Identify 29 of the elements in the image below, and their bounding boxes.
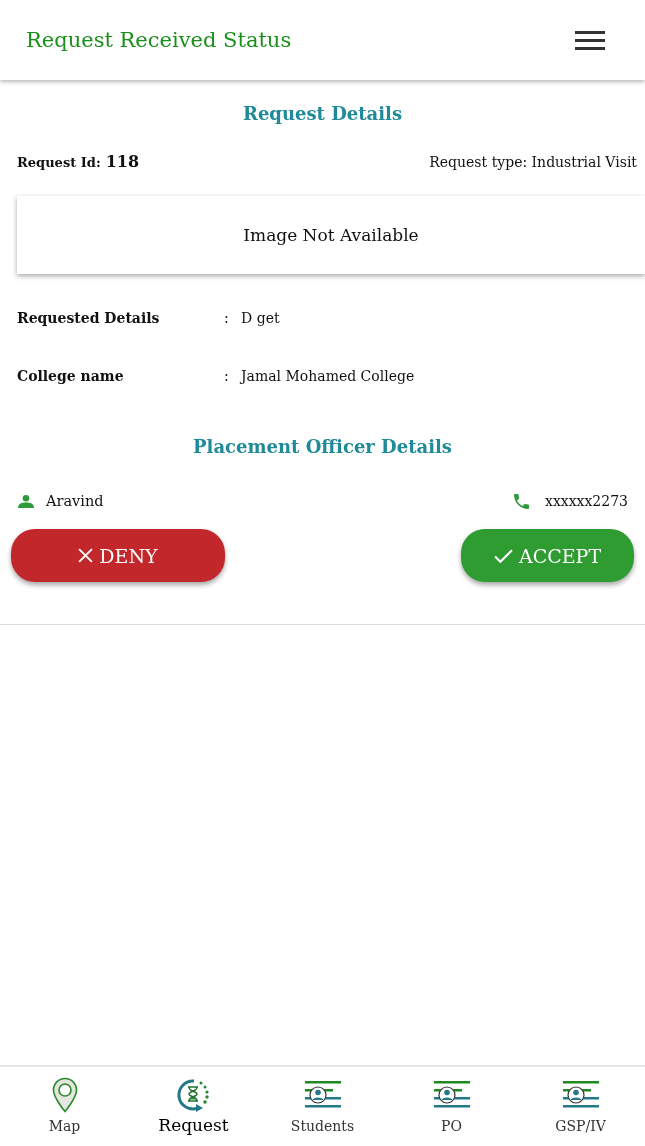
map-pin-icon bbox=[51, 1077, 78, 1113]
menu-icon[interactable] bbox=[575, 30, 605, 50]
phone-icon bbox=[514, 493, 529, 509]
section-heading: Placement Officer Details bbox=[193, 436, 452, 457]
field-label: College name bbox=[17, 368, 125, 384]
close-icon bbox=[78, 548, 94, 563]
check-icon bbox=[493, 548, 513, 563]
image-unavailable-text: Image Not Available bbox=[243, 225, 419, 245]
nav-tab[interactable]: PO bbox=[396, 1067, 507, 1146]
nav-tab[interactable]: Students bbox=[267, 1067, 378, 1146]
accept-button[interactable]: ACCEPT bbox=[461, 529, 634, 582]
nav-tab[interactable]: Map bbox=[9, 1067, 120, 1146]
field-separator: : bbox=[224, 368, 230, 384]
request-id-label: Request Id: bbox=[17, 155, 101, 170]
hourglass-icon bbox=[175, 1077, 212, 1113]
section-heading: Request Details bbox=[242, 103, 403, 124]
person-icon bbox=[18, 494, 34, 508]
nav-tab[interactable]: Request bbox=[138, 1067, 249, 1146]
field-label: Requested Details bbox=[17, 310, 161, 326]
deny-button[interactable]: DENY bbox=[11, 529, 225, 582]
request-type-text: Request type: Industrial Visit bbox=[429, 154, 637, 170]
phone-number: xxxxxx2273 bbox=[545, 493, 628, 509]
officer-name: Aravind bbox=[46, 493, 104, 509]
request-id-value: 118 bbox=[105, 152, 140, 171]
field-value: Jamal Mohamed College bbox=[241, 368, 415, 384]
nav-tab[interactable]: GSP/IV bbox=[525, 1067, 636, 1146]
header-title: Request Received Status bbox=[26, 28, 292, 52]
field-separator: : bbox=[224, 310, 230, 326]
field-value: D get bbox=[241, 310, 280, 326]
